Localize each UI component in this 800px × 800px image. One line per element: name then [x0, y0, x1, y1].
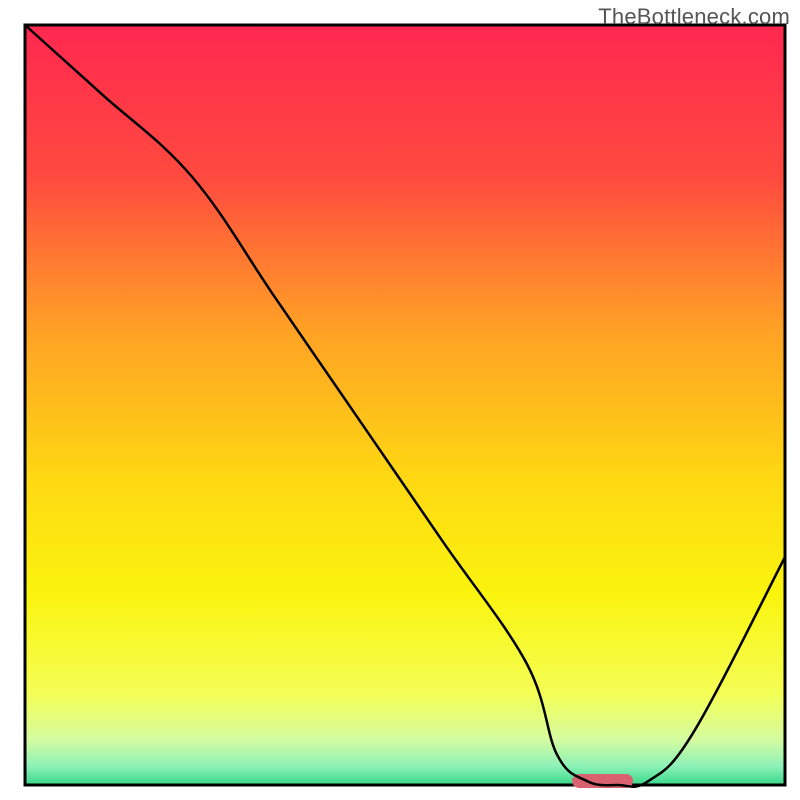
- bottleneck-chart: TheBottleneck.com: [0, 0, 800, 800]
- plot-background: [25, 25, 785, 785]
- watermark-text: TheBottleneck.com: [598, 4, 790, 30]
- chart-svg: [0, 0, 800, 800]
